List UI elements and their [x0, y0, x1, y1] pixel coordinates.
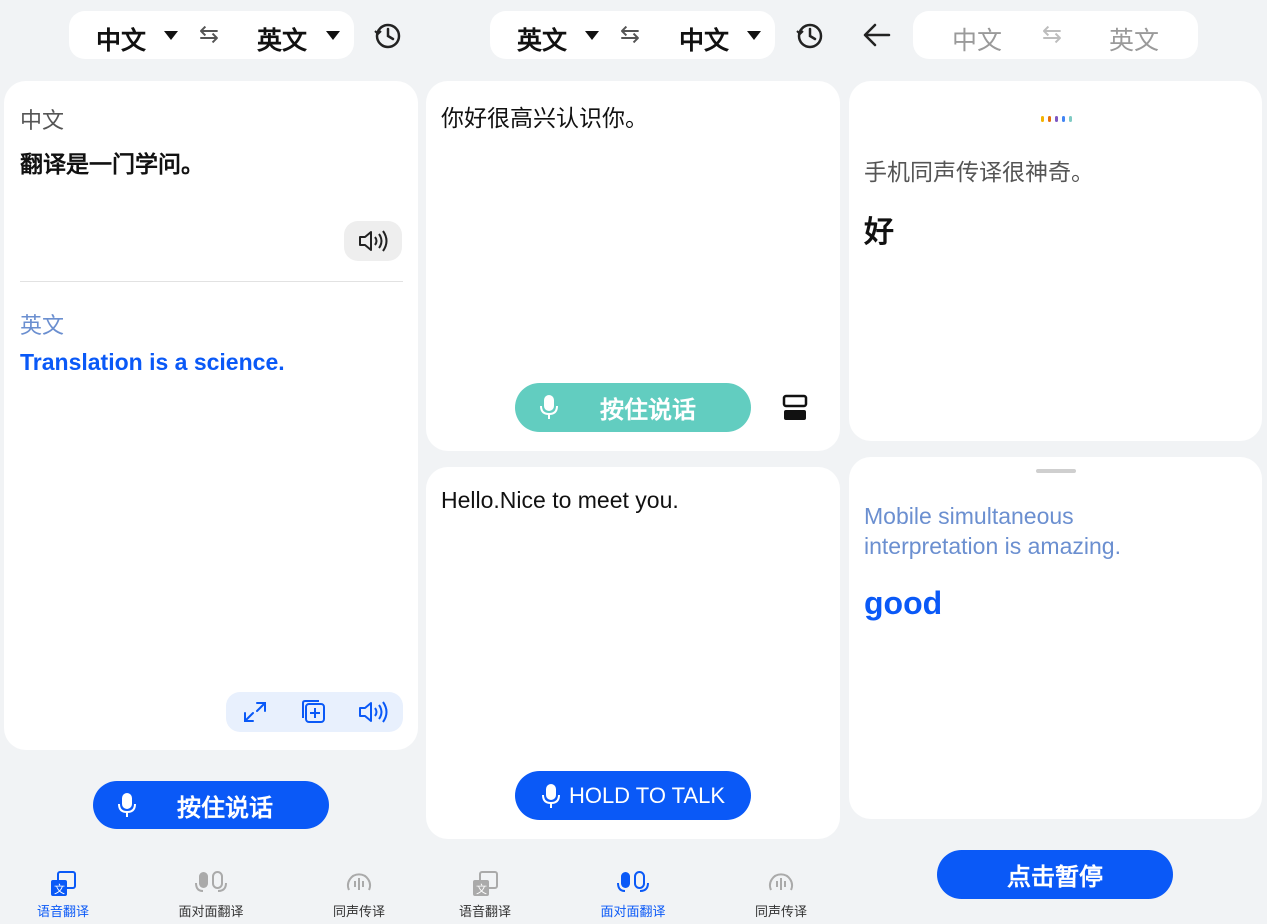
drag-handle[interactable]: [1036, 469, 1076, 473]
dual-microphone-icon: [195, 870, 227, 898]
target-language-select[interactable]: 中文: [679, 21, 729, 57]
divider: [20, 281, 403, 282]
play-source-button[interactable]: [344, 221, 402, 261]
source-transcript-text: 手机同声传译很神奇。: [864, 159, 1094, 185]
chevron-down-icon[interactable]: [585, 31, 599, 40]
speaker-icon: [358, 230, 388, 252]
microphone-icon: [539, 394, 559, 420]
nav-simultaneous[interactable]: 同声传译: [711, 870, 851, 920]
swap-languages-icon: ⇆: [1042, 21, 1063, 48]
hold-to-talk-button[interactable]: 按住说话: [515, 383, 751, 432]
nav-face-to-face[interactable]: 面对面翻译: [141, 870, 281, 920]
swap-languages-icon[interactable]: ⇆: [620, 20, 640, 49]
target-transcript-text: Mobile simultaneous interpretation is am…: [864, 503, 1121, 559]
svg-text:文: 文: [54, 882, 65, 896]
chevron-down-icon[interactable]: [164, 31, 178, 40]
dual-microphone-icon: [617, 870, 649, 898]
split-view-icon[interactable]: [782, 394, 808, 422]
history-icon[interactable]: [795, 21, 825, 51]
chevron-down-icon[interactable]: [747, 31, 761, 40]
nav-voice-translation[interactable]: 文 语音翻译: [415, 870, 555, 920]
hold-to-talk-en-label: HOLD TO TALK: [568, 782, 726, 808]
nav-simul-label: 同声传译: [332, 904, 385, 919]
top-conversation-card: 你好很高兴认识你。 按住说话: [426, 81, 840, 451]
pause-button[interactable]: 点击暂停: [937, 850, 1173, 899]
source-language-select[interactable]: 中文: [96, 21, 146, 57]
translate-icon: 文: [48, 870, 78, 898]
source-language-select[interactable]: 英文: [517, 21, 567, 57]
svg-text:文: 文: [476, 882, 487, 896]
language-selector-bar: 中文 ⇆ 英文: [913, 11, 1198, 59]
target-language-select[interactable]: 英文: [257, 21, 307, 57]
chevron-down-icon[interactable]: [326, 31, 340, 40]
fullscreen-icon[interactable]: [242, 700, 268, 724]
speaker-icon[interactable]: [358, 701, 388, 723]
hold-to-talk-label: 按住说话: [600, 397, 696, 424]
voice-level-icon: [1040, 114, 1072, 124]
target-live-text: good: [864, 585, 943, 621]
source-transcript-card: 手机同声传译很神奇。 好: [849, 81, 1262, 441]
pause-button-label: 点击暂停: [1007, 864, 1103, 891]
target-text[interactable]: Translation is a science.: [20, 349, 285, 376]
nav-face-label: 面对面翻译: [600, 904, 666, 919]
target-language-label: 英文: [20, 313, 65, 338]
history-icon[interactable]: [373, 21, 403, 51]
copy-icon[interactable]: [300, 699, 328, 725]
target-transcript-card: Mobile simultaneous interpretation is am…: [849, 457, 1262, 819]
source-language-label: 中文: [20, 108, 65, 133]
source-language-label: 中文: [952, 27, 1003, 55]
translation-card: 中文 翻译是一门学问。 英文 Translation is a science.: [4, 81, 418, 750]
nav-simul-label: 同声传译: [754, 904, 807, 919]
nav-face-label: 面对面翻译: [178, 904, 244, 919]
nav-voice-translation[interactable]: 文 语音翻译: [0, 870, 133, 920]
language-selector-bar: 中文 ⇆ 英文: [69, 11, 354, 59]
back-arrow-icon[interactable]: [863, 22, 891, 48]
microphone-icon: [117, 792, 137, 818]
nav-simultaneous[interactable]: 同声传译: [289, 870, 429, 920]
top-speaker-text[interactable]: 你好很高兴认识你。: [441, 99, 648, 133]
hold-to-talk-button[interactable]: 按住说话: [93, 781, 329, 829]
source-text[interactable]: 翻译是一门学问。: [20, 145, 204, 179]
bottom-conversation-card: Hello.Nice to meet you. HOLD TO TALK: [426, 467, 840, 839]
bottom-speaker-text[interactable]: Hello.Nice to meet you.: [441, 487, 679, 514]
hold-to-talk-en-button[interactable]: HOLD TO TALK: [515, 771, 751, 820]
hold-to-talk-label: 按住说话: [177, 794, 273, 822]
source-live-text: 好: [864, 216, 894, 249]
language-selector-bar: 英文 ⇆ 中文: [490, 11, 775, 59]
simultaneous-icon: [766, 870, 796, 898]
translate-icon: 文: [470, 870, 500, 898]
nav-voice-label: 语音翻译: [36, 904, 89, 919]
simultaneous-icon: [344, 870, 374, 898]
microphone-icon: [541, 783, 561, 809]
nav-voice-label: 语音翻译: [458, 904, 511, 919]
swap-languages-icon[interactable]: ⇆: [199, 20, 219, 49]
nav-face-to-face[interactable]: 面对面翻译: [563, 870, 703, 920]
target-language-label: 英文: [1109, 27, 1160, 55]
result-actions: [226, 692, 403, 732]
